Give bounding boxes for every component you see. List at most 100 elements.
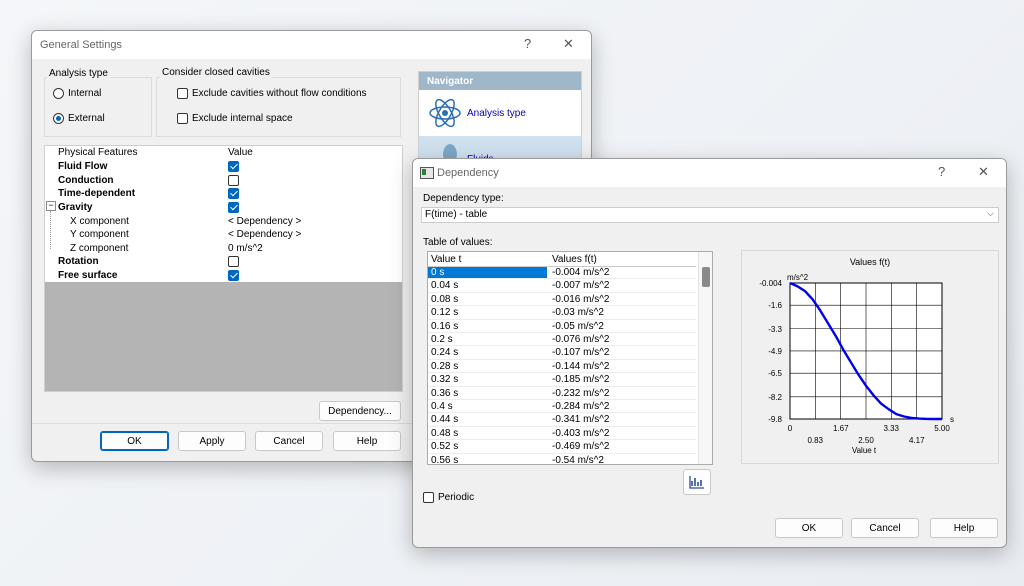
atom-icon (429, 98, 461, 128)
grid-header-value: Value (228, 147, 253, 158)
feature-x-component: X component (70, 216, 129, 227)
table-row[interactable]: 0.28 s -0.144 m/s^2 (428, 360, 696, 374)
cell-value-f: -0.144 m/s^2 (552, 360, 610, 372)
cell-value-t: 0.2 s (431, 334, 453, 345)
table-scrollbar[interactable] (698, 252, 712, 464)
grid-header-feature: Physical Features (58, 147, 138, 158)
table-header: Value t Values f(t) (428, 252, 696, 267)
gravity-checkbox[interactable] (228, 202, 239, 213)
column-header-f[interactable]: Values f(t) (552, 254, 597, 265)
table-row[interactable]: 0.08 s -0.016 m/s^2 (428, 293, 696, 307)
z-component-value[interactable]: 0 m/s^2 (228, 243, 263, 254)
table-row[interactable]: 0.36 s -0.232 m/s^2 (428, 387, 696, 400)
navigator-analysis-type[interactable]: Analysis type (467, 108, 526, 119)
table-row[interactable]: 0.52 s -0.469 m/s^2 (428, 440, 696, 454)
line-chart: Values f(t) m/s^2 -0.004 -1.6 -3.3 -4.9 -6.5 -8… (759, 257, 954, 455)
cell-value-t: 0.52 s (431, 441, 459, 453)
tree-line (50, 211, 51, 249)
cavities-label: Consider closed cavities (160, 67, 272, 78)
cancel-button[interactable]: Cancel (255, 431, 323, 451)
external-radio[interactable] (53, 113, 64, 124)
cell-value-f: -0.403 m/s^2 (552, 427, 610, 439)
analysis-type-label: Analysis type (47, 68, 110, 79)
dependency-help-button[interactable]: Help (930, 518, 998, 538)
cell-value-t: 0.56 s (431, 454, 459, 465)
exclude-internal-checkbox[interactable] (177, 113, 188, 124)
rotation-checkbox[interactable] (228, 256, 239, 267)
x-component-value[interactable]: < Dependency > (228, 216, 301, 227)
y-tick-label: -0.004 (759, 279, 782, 288)
y-axis-label: m/s^2 (787, 273, 809, 282)
dependency-type-select[interactable]: F(time) - table ⌵ (421, 207, 999, 223)
cell-value-t: 0.08 s (431, 293, 459, 305)
external-label[interactable]: External (68, 113, 105, 124)
x-tick-label: 1.67 (833, 424, 849, 433)
internal-label[interactable]: Internal (68, 88, 101, 99)
exclude-cavities-checkbox[interactable] (177, 88, 188, 99)
table-row[interactable]: 0.04 s -0.007 m/s^2 (428, 279, 696, 293)
dependency-button[interactable]: Dependency... (319, 401, 401, 421)
values-table[interactable]: Value t Values f(t) 0 s -0.004 m/s^2 0.04 … (427, 251, 713, 465)
cell-value-t: 0.32 s (431, 374, 459, 386)
table-row[interactable]: 0 s -0.004 m/s^2 (428, 266, 696, 280)
dependency-close-icon[interactable]: ✕ (978, 164, 989, 180)
exclude-cavities-label[interactable]: Exclude cavities without flow conditions (192, 88, 367, 99)
ok-button[interactable]: OK (100, 431, 169, 451)
table-row[interactable]: 0.56 s -0.54 m/s^2 (428, 454, 696, 465)
navigator-header: Navigator (419, 72, 581, 90)
dependency-title-bar[interactable]: Dependency ? ✕ (413, 159, 1006, 187)
column-header-t[interactable]: Value t (431, 254, 461, 265)
table-row[interactable]: 0.32 s -0.185 m/s^2 (428, 373, 696, 387)
chart-panel: Values f(t) m/s^2 -0.004 -1.6 -3.3 -4.9 -6.5 -8… (741, 250, 999, 464)
dependency-ok-button[interactable]: OK (775, 518, 843, 538)
cell-value-f: -0.107 m/s^2 (552, 347, 610, 359)
closed-cavities-group (156, 77, 401, 137)
cell-value-t: 0.36 s (431, 387, 459, 399)
fluid-flow-checkbox[interactable] (228, 161, 239, 172)
cell-value-f: -0.03 m/s^2 (552, 307, 604, 319)
periodic-checkbox[interactable] (423, 492, 434, 503)
table-row[interactable]: 0.12 s -0.03 m/s^2 (428, 306, 696, 320)
scrollbar-thumb[interactable] (702, 267, 710, 287)
help-button[interactable]: Help (333, 431, 401, 451)
feature-gravity: Gravity (58, 202, 93, 213)
chevron-down-icon[interactable]: ⌵ (987, 208, 994, 219)
dialog-title: General Settings (40, 39, 122, 51)
feature-conduction: Conduction (58, 175, 114, 186)
cell-value-f: -0.232 m/s^2 (552, 387, 610, 399)
help-icon[interactable]: ? (524, 36, 531, 51)
gravity-collapse-toggle[interactable]: − (46, 201, 56, 211)
table-row[interactable]: 0.44 s -0.341 m/s^2 (428, 413, 696, 427)
table-row[interactable]: 0.48 s -0.403 m/s^2 (428, 427, 696, 441)
cell-value-t: 0.4 s (431, 401, 453, 412)
dependency-cancel-button[interactable]: Cancel (851, 518, 919, 538)
cell-value-f: -0.007 m/s^2 (552, 280, 610, 292)
dependency-help-icon[interactable]: ? (938, 164, 945, 179)
cell-value-f: -0.284 m/s^2 (552, 401, 610, 412)
dependency-dialog: Dependency ? ✕ Dependency type: F(time) … (412, 158, 1007, 548)
internal-radio[interactable] (53, 88, 64, 99)
dependency-type-value: F(time) - table (425, 209, 488, 220)
y-component-value[interactable]: < Dependency > (228, 229, 301, 240)
x-axis-label: Value t (852, 446, 877, 455)
dependency-app-icon (420, 167, 434, 179)
chart-view-button[interactable] (683, 469, 711, 495)
time-dependent-checkbox[interactable] (228, 188, 239, 199)
free-surface-checkbox[interactable] (228, 270, 239, 281)
table-row[interactable]: 0.24 s -0.107 m/s^2 (428, 346, 696, 360)
y-tick-label: -4.9 (768, 347, 782, 356)
close-icon[interactable]: ✕ (563, 36, 574, 52)
apply-button[interactable]: Apply (178, 431, 246, 451)
title-bar[interactable]: General Settings ? ✕ (32, 31, 591, 59)
cell-value-t: 0.28 s (431, 360, 459, 372)
exclude-internal-label[interactable]: Exclude internal space (192, 113, 293, 124)
navigator-title: Navigator (427, 76, 474, 87)
table-row[interactable]: 0.2 s -0.076 m/s^2 (428, 333, 696, 347)
cell-value-t: 0.12 s (431, 307, 459, 319)
x-unit-label: s (950, 415, 954, 424)
table-row[interactable]: 0.16 s -0.05 m/s^2 (428, 320, 696, 333)
table-row[interactable]: 0.4 s -0.284 m/s^2 (428, 400, 696, 414)
periodic-label[interactable]: Periodic (438, 492, 474, 503)
cell-value-t: 0.04 s (431, 280, 459, 292)
conduction-checkbox[interactable] (228, 175, 239, 186)
